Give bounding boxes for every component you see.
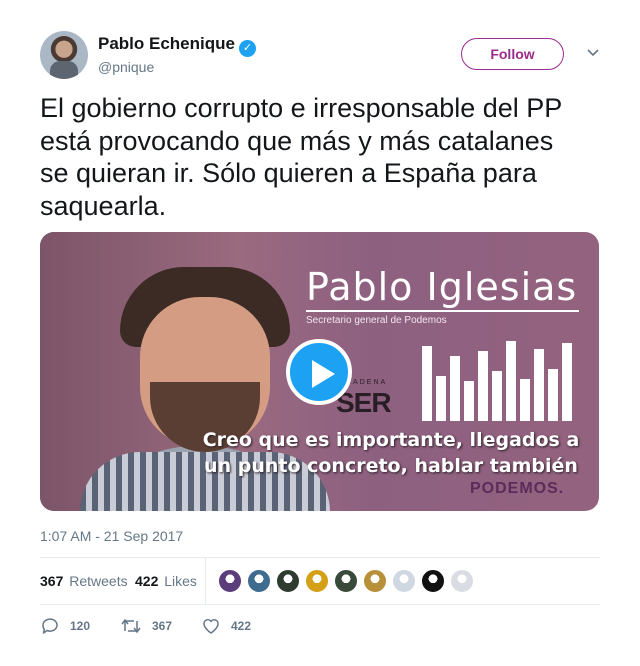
liker-avatar[interactable] bbox=[363, 569, 387, 593]
like-count: 422 bbox=[231, 619, 252, 633]
retweets-stat-count: 367 bbox=[40, 573, 64, 589]
liker-avatar[interactable] bbox=[450, 569, 474, 593]
liker-avatar[interactable] bbox=[218, 569, 242, 593]
retweets-stat-label: Retweets bbox=[69, 573, 128, 589]
reply-action[interactable]: 120 bbox=[40, 614, 90, 638]
play-icon bbox=[312, 360, 335, 388]
audio-waveform-graphic bbox=[422, 341, 572, 421]
likes-stat-count: 422 bbox=[135, 573, 159, 589]
heart-icon bbox=[203, 619, 219, 634]
video-caption: Creo que es importante, llegados a un pu… bbox=[196, 427, 586, 479]
station-cadena-text: CADENA bbox=[346, 379, 388, 386]
liker-avatar[interactable] bbox=[334, 569, 358, 593]
liker-avatar[interactable] bbox=[305, 569, 329, 593]
chevron-down-icon[interactable] bbox=[585, 44, 601, 60]
reply-count: 120 bbox=[70, 619, 91, 633]
liker-avatar[interactable] bbox=[276, 569, 300, 593]
author-handle[interactable]: @pnique bbox=[98, 59, 154, 75]
tweet-header: Pablo Echenique ✓ @pnique Follow bbox=[40, 30, 600, 80]
play-button[interactable] bbox=[286, 339, 352, 405]
engagement-stats: 367 Retweets 422 Likes bbox=[40, 558, 600, 604]
reply-icon bbox=[42, 618, 58, 634]
retweet-icon bbox=[121, 618, 141, 634]
verified-badge-icon: ✓ bbox=[238, 40, 256, 57]
tweet-timestamp[interactable]: 1:07 AM - 21 Sep 2017 bbox=[40, 528, 183, 544]
author-name[interactable]: Pablo Echenique bbox=[98, 34, 235, 53]
author-name-row[interactable]: Pablo Echenique ✓ bbox=[98, 34, 256, 57]
video-brand-name: Pablo Iglesias bbox=[306, 265, 578, 309]
retweet-action[interactable]: 367 bbox=[120, 614, 172, 638]
stats-separator bbox=[205, 558, 206, 604]
video-brand-subtitle: Secretario general de Podemos bbox=[306, 315, 447, 326]
divider bbox=[40, 604, 600, 605]
retweets-stat[interactable]: 367 Retweets bbox=[40, 573, 128, 589]
video-caption-line: Creo que es importante, llegados a bbox=[202, 429, 580, 451]
liker-avatar[interactable] bbox=[392, 569, 416, 593]
author-avatar[interactable] bbox=[40, 31, 88, 79]
tweet-text: El gobierno corrupto e irresponsable del… bbox=[40, 93, 563, 221]
liker-avatar[interactable] bbox=[421, 569, 445, 593]
tweet-actions: 120 367 422 bbox=[40, 614, 600, 638]
party-logo-text: PODEMOS. bbox=[470, 480, 565, 497]
retweet-count: 367 bbox=[152, 619, 173, 633]
liker-avatar[interactable] bbox=[247, 569, 271, 593]
follow-button[interactable]: Follow bbox=[461, 38, 564, 70]
likes-stat[interactable]: 422 Likes bbox=[135, 573, 197, 589]
video-caption-line: un punto concreto, hablar también bbox=[204, 455, 578, 477]
like-action[interactable]: 422 bbox=[201, 614, 251, 638]
likes-stat-label: Likes bbox=[164, 573, 197, 589]
video-brand-divider bbox=[306, 310, 579, 312]
